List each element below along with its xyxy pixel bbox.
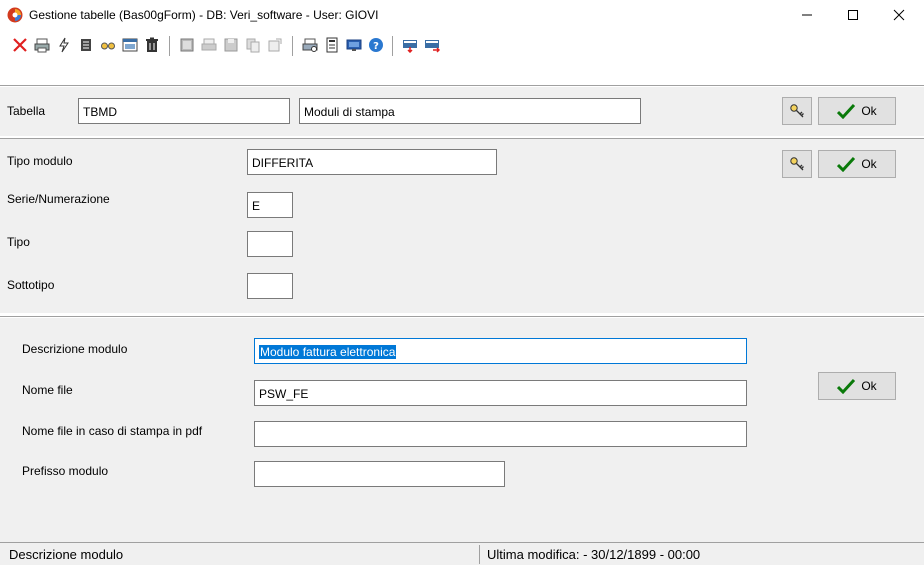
printer-icon[interactable] [34,37,50,53]
monitor-icon[interactable] [346,37,362,53]
nome-file-label: Nome file [22,383,73,397]
ok-button-mid[interactable]: Ok [818,150,896,178]
close-x-icon[interactable] [12,37,28,53]
search-key-button[interactable] [782,97,812,125]
check-icon [837,156,856,172]
serie-field[interactable]: E [247,192,293,218]
print-preview-icon[interactable] [302,37,318,53]
title-bar[interactable]: Gestione tabelle (Bas00gForm) - DB: Veri… [0,0,924,30]
sottotipo-label: Sottotipo [7,278,55,292]
ok-button-tabella[interactable]: Ok [818,97,896,125]
prefisso-label: Prefisso modulo [22,464,109,478]
key-icon [790,157,804,171]
tipo-field[interactable] [247,231,293,257]
list-icon[interactable] [78,37,94,53]
search-key-button-mid[interactable] [782,150,812,178]
nome-file-pdf-label: Nome file in caso di stampa in pdf [22,424,203,438]
toolbar-separator [392,36,393,56]
tabella-label: Tabella [7,104,46,118]
descrizione-value: Modulo fattura elettronica [259,345,397,359]
status-right: Ultima modifica: - 30/12/1899 - 00:00 [487,547,701,562]
glasses-icon[interactable] [100,37,116,53]
lightning-icon[interactable] [56,37,72,53]
sottotipo-field[interactable] [247,273,293,299]
descrizione-label: Descrizione modulo [22,342,128,356]
help-icon[interactable]: ? [368,37,384,53]
window-icon[interactable] [122,37,138,53]
maximize-icon [848,10,858,20]
export-red-icon[interactable] [424,37,440,53]
copy-icon[interactable] [245,37,261,53]
import-icon[interactable] [402,37,418,53]
ok-button-detail[interactable]: Ok [818,372,896,400]
minimize-icon [802,14,812,16]
printer-grey-icon[interactable] [201,37,217,53]
tabella-panel: Tabella TBMD Moduli di stampa Ok [0,86,924,136]
tipo-label: Tipo [7,235,30,249]
window-title: Gestione tabelle (Bas00gForm) - DB: Veri… [29,8,379,22]
ok-label: Ok [861,157,877,171]
toolbar-separator [169,36,170,56]
check-icon [837,378,856,394]
svg-text:?: ? [373,41,379,52]
app-icon [7,7,23,23]
document-icon[interactable] [324,37,340,53]
close-button[interactable] [876,0,922,30]
book-icon[interactable] [179,37,195,53]
prefisso-field[interactable] [254,461,505,487]
status-left: Descrizione modulo [9,547,124,562]
tabella-desc-field[interactable]: Moduli di stampa [299,98,641,124]
modulo-key-panel: Tipo modulo DIFFERITA Serie/Numerazione … [0,138,924,313]
trash-icon[interactable] [144,37,160,53]
check-icon [837,103,856,119]
descrizione-field[interactable]: Modulo fattura elettronica [254,338,747,364]
nome-file-field[interactable]: PSW_FE [254,380,747,406]
tipo-modulo-label: Tipo modulo [7,154,73,168]
key-icon [790,104,804,118]
status-bar: Descrizione modulo Ultima modifica: - 30… [0,542,924,565]
maximize-button[interactable] [830,0,876,30]
ok-label: Ok [861,104,877,118]
export-icon[interactable] [267,37,283,53]
status-separator [479,545,480,564]
minimize-button[interactable] [784,0,830,30]
floppy-icon[interactable] [223,37,239,53]
toolbar: ? [0,30,924,60]
tabella-code-field[interactable]: TBMD [78,98,290,124]
divider [0,317,924,318]
tipo-modulo-field[interactable]: DIFFERITA [247,149,497,175]
toolbar-separator [292,36,293,56]
nome-file-pdf-field[interactable] [254,421,747,447]
serie-label: Serie/Numerazione [7,192,110,206]
ok-label: Ok [861,379,877,393]
modulo-detail-panel: Descrizione modulo Modulo fattura elettr… [0,316,924,542]
close-icon [893,9,905,21]
